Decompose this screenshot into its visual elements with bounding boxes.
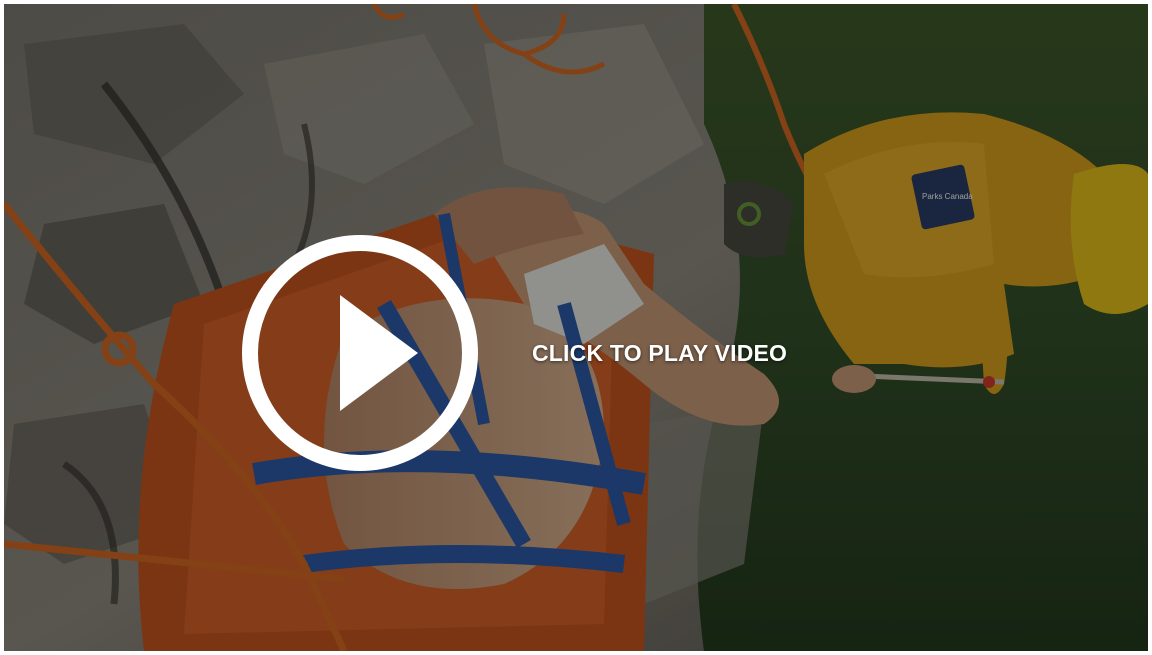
video-dim-overlay xyxy=(4,4,1148,651)
play-circle-icon xyxy=(242,235,478,471)
video-player[interactable]: Parks Canada CLICK TO PLAY VIDEO xyxy=(4,4,1148,651)
play-button[interactable] xyxy=(240,233,480,473)
play-video-label[interactable]: CLICK TO PLAY VIDEO xyxy=(532,340,787,367)
